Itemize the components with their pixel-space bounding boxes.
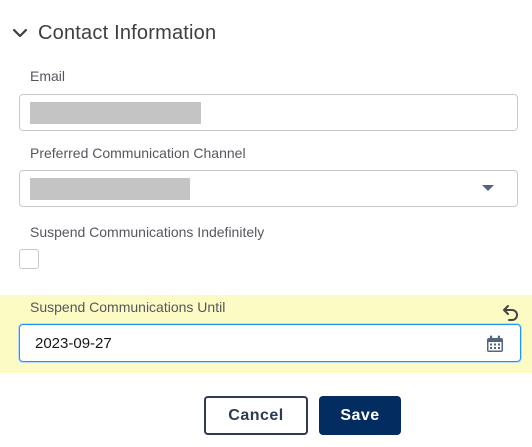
redacted-email-value (30, 102, 201, 124)
channel-select[interactable] (19, 170, 518, 207)
caret-down-icon (482, 185, 494, 191)
email-label: Email (30, 68, 66, 84)
suspend-until-date-input[interactable]: 2023-09-27 (19, 324, 521, 362)
cancel-button[interactable]: Cancel (204, 396, 308, 435)
section-toggle[interactable]: Contact Information (12, 18, 216, 48)
channel-label: Preferred Communication Channel (30, 145, 246, 161)
undo-icon[interactable] (500, 303, 520, 323)
chevron-down-icon (12, 25, 28, 41)
date-value: 2023-09-27 (35, 335, 112, 352)
redacted-channel-value (30, 178, 190, 200)
email-field[interactable] (19, 94, 518, 131)
save-button[interactable]: Save (319, 396, 401, 435)
contact-information-form: Contact Information Email Preferred Comm… (0, 0, 532, 447)
section-title: Contact Information (38, 21, 217, 44)
suspend-indefinitely-checkbox[interactable] (19, 249, 39, 269)
calendar-icon[interactable] (486, 335, 504, 353)
suspend-until-label: Suspend Communications Until (30, 299, 226, 315)
suspend-indefinitely-label: Suspend Communications Indefinitely (30, 224, 265, 240)
